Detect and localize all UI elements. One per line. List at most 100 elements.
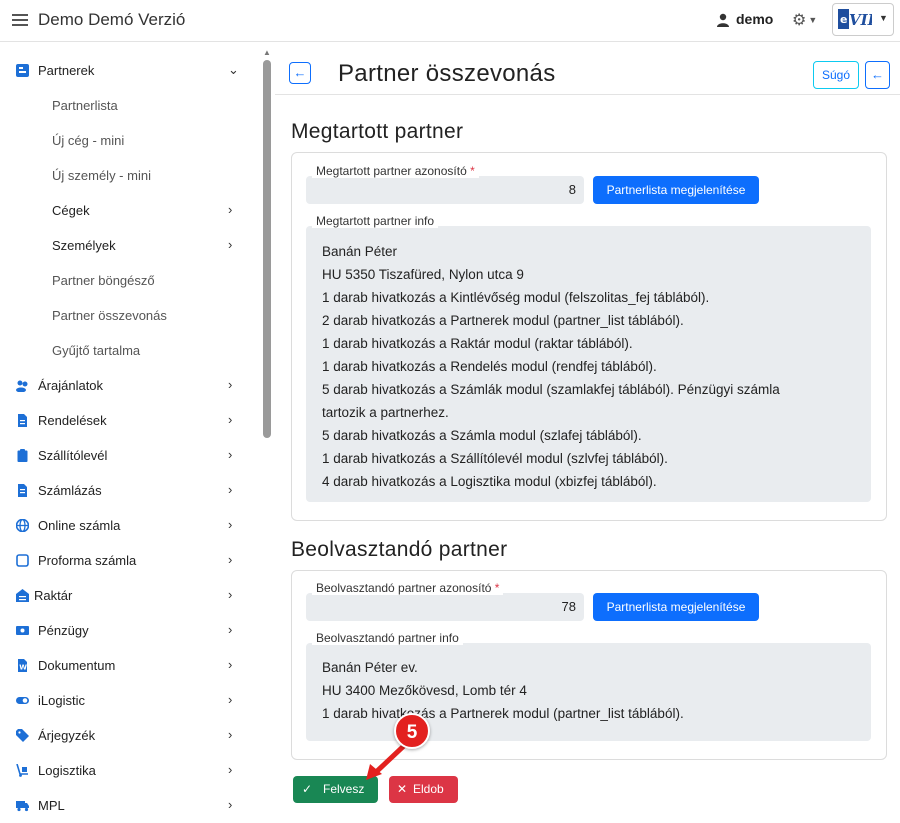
sidebar-item-online-szamla[interactable]: Online számla › (0, 508, 250, 543)
sidebar-scrollbar-thumb[interactable] (263, 60, 271, 438)
sidebar-item-label: Dokumentum (38, 658, 116, 673)
svg-text:W: W (19, 664, 27, 672)
sidebar-item-label: Árjegyzék (38, 728, 96, 743)
annotation-step-badge: 5 (394, 713, 430, 749)
sidebar-item-szallitolevel[interactable]: Szállítólevél › (0, 438, 250, 473)
info-line: 1 darab hivatkozás a Partnerek modul (pa… (322, 706, 684, 721)
check-icon: ✓ (302, 782, 313, 796)
sidebar-item-label: Online számla (38, 518, 121, 533)
info-line: 1 darab hivatkozás a Rendelés modul (ren… (322, 359, 657, 374)
sidebar-item-label: Pénzügy (38, 623, 89, 638)
sidebar-subitem-partner-bongeszo[interactable]: Partner böngésző (0, 263, 250, 298)
sidebar-subitem-gyujto[interactable]: Gyűjtő tartalma (0, 333, 250, 368)
user-icon (717, 13, 729, 27)
chevron-right-icon: › (228, 447, 233, 462)
sidebar-item-label: Számlázás (38, 483, 102, 498)
toggle-icon (16, 697, 29, 704)
settings-menu[interactable]: ⚙ ▼ (792, 10, 817, 30)
chevron-right-icon: › (228, 202, 233, 217)
sidebar-subitem-label: Partner böngésző (52, 273, 155, 288)
sidebar-subitem-uj-ceg[interactable]: Új cég - mini (0, 123, 250, 158)
sidebar-item-logisztika[interactable]: Logisztika › (0, 753, 250, 788)
back-button[interactable]: ← (289, 62, 311, 84)
svg-text:e: e (840, 13, 847, 26)
evir-logo: e VIR (838, 9, 872, 29)
info-line: 1 darab hivatkozás a Raktár modul (rakta… (322, 336, 633, 351)
chevron-right-icon: › (228, 237, 233, 252)
svg-text:VIR: VIR (849, 11, 872, 29)
invoice-icon (18, 484, 27, 497)
chevron-down-icon: ⌄ (228, 62, 239, 77)
info-line: HU 5350 Tiszafüred, Nylon utca 9 (322, 267, 524, 282)
app-title: Demo Demó Verzió (38, 10, 186, 29)
sidebar-subitem-label: Gyűjtő tartalma (52, 343, 141, 358)
info-line: HU 3400 Mezőkövesd, Lomb tér 4 (322, 683, 527, 698)
caret-down-icon: ▼ (808, 15, 818, 25)
chevron-right-icon: › (228, 657, 233, 672)
warehouse-icon (16, 589, 29, 602)
merged-partner-info-label: Beolvasztandó partner info (312, 631, 463, 645)
chevron-right-icon: › (228, 482, 233, 497)
sidebar-item-penzugy[interactable]: Pénzügy › (0, 613, 250, 648)
info-line: 2 darab hivatkozás a Partnerek modul (pa… (322, 313, 684, 328)
chevron-right-icon: › (228, 412, 233, 427)
chevron-right-icon: › (228, 552, 233, 567)
kept-partner-id-input[interactable]: 8 (306, 176, 584, 204)
globe-icon (16, 519, 29, 532)
sidebar-item-proforma[interactable]: Proforma számla › (0, 543, 250, 578)
sidebar-item-raktar[interactable]: Raktár › (0, 578, 250, 613)
chevron-right-icon: › (228, 377, 233, 392)
gear-icon: ⚙ (792, 12, 807, 29)
logo-menu[interactable]: e VIR ▼ (832, 3, 894, 36)
sidebar-subitem-label: Új cég - mini (52, 133, 125, 148)
info-line: Banán Péter (322, 244, 398, 259)
tag-icon (16, 729, 29, 742)
sidebar-item-label: Rendelések (38, 413, 107, 428)
sidebar-item-ilogistic[interactable]: iLogistic › (0, 683, 250, 718)
required-mark: * (470, 164, 475, 178)
sidebar-subitem-partner-osszevonas[interactable]: Partner összevonás (0, 298, 250, 333)
sidebar-item-szamlazas[interactable]: Számlázás › (0, 473, 250, 508)
arrow-left-icon: ← (293, 65, 307, 80)
sidebar-item-label: Raktár (34, 588, 73, 603)
kept-partner-list-button[interactable]: Partnerlista megjelenítése (593, 176, 759, 204)
kept-partner-info-label: Megtartott partner info (312, 214, 439, 228)
square-icon (16, 554, 29, 567)
sidebar-item-partnerek[interactable]: Partnerek ⌄ (0, 53, 250, 88)
hamburger-menu-icon[interactable] (12, 11, 28, 29)
merged-partner-id-input[interactable]: 78 (306, 593, 584, 621)
word-doc-icon: W (18, 659, 27, 672)
sidebar-subitem-cegek[interactable]: Cégek › (0, 193, 250, 228)
caret-down-icon: ▼ (879, 13, 888, 23)
info-line: 5 darab hivatkozás a Számla modul (szlaf… (322, 428, 642, 443)
merged-partner-list-button[interactable]: Partnerlista megjelenítése (593, 593, 759, 621)
sidebar-item-dokumentum[interactable]: W Dokumentum › (0, 648, 250, 683)
sidebar-subitem-partnerlista[interactable]: Partnerlista (0, 88, 250, 123)
sidebar-subitem-uj-szemely[interactable]: Új személy - mini (0, 158, 250, 193)
label-text: Megtartott partner azonosító (316, 164, 467, 178)
arrow-left-icon: ← (871, 67, 884, 82)
clipboard-icon (17, 449, 28, 462)
sidebar-item-rendelesek[interactable]: Rendelések › (0, 403, 250, 438)
save-button-label: Felvesz (323, 782, 365, 796)
help-button[interactable]: Súgó (813, 61, 859, 89)
back-button-right[interactable]: ← (865, 61, 890, 89)
partner-card-icon (16, 64, 29, 77)
info-line: 1 darab hivatkozás a Kintlévőség modul (… (322, 290, 710, 305)
people-icon (16, 380, 28, 392)
user-name: demo (736, 11, 774, 27)
page-title: Partner összevonás (338, 60, 556, 87)
scroll-up-icon[interactable]: ▲ (263, 48, 271, 57)
sidebar-subitem-label: Új személy - mini (52, 168, 151, 183)
sidebar-item-mpl[interactable]: MPL › (0, 788, 250, 823)
user-menu[interactable]: demo (716, 11, 773, 27)
sidebar-item-arjegyzek[interactable]: Árjegyzék › (0, 718, 250, 753)
top-bar: Demo Demó Verzió demo ⚙▼ e VIR ▼ (0, 0, 900, 42)
sidebar-item-label: MPL (38, 798, 65, 813)
sidebar-subitem-szemelyek[interactable]: Személyek › (0, 228, 250, 263)
chevron-right-icon: › (228, 517, 233, 532)
info-line: tartozik a partnerhez. (322, 405, 449, 420)
sidebar-item-arajanlatok[interactable]: Árajánlatok › (0, 368, 250, 403)
sidebar-subitem-label: Cégek (52, 203, 90, 218)
label-text: Beolvasztandó partner azonosító (316, 581, 492, 595)
